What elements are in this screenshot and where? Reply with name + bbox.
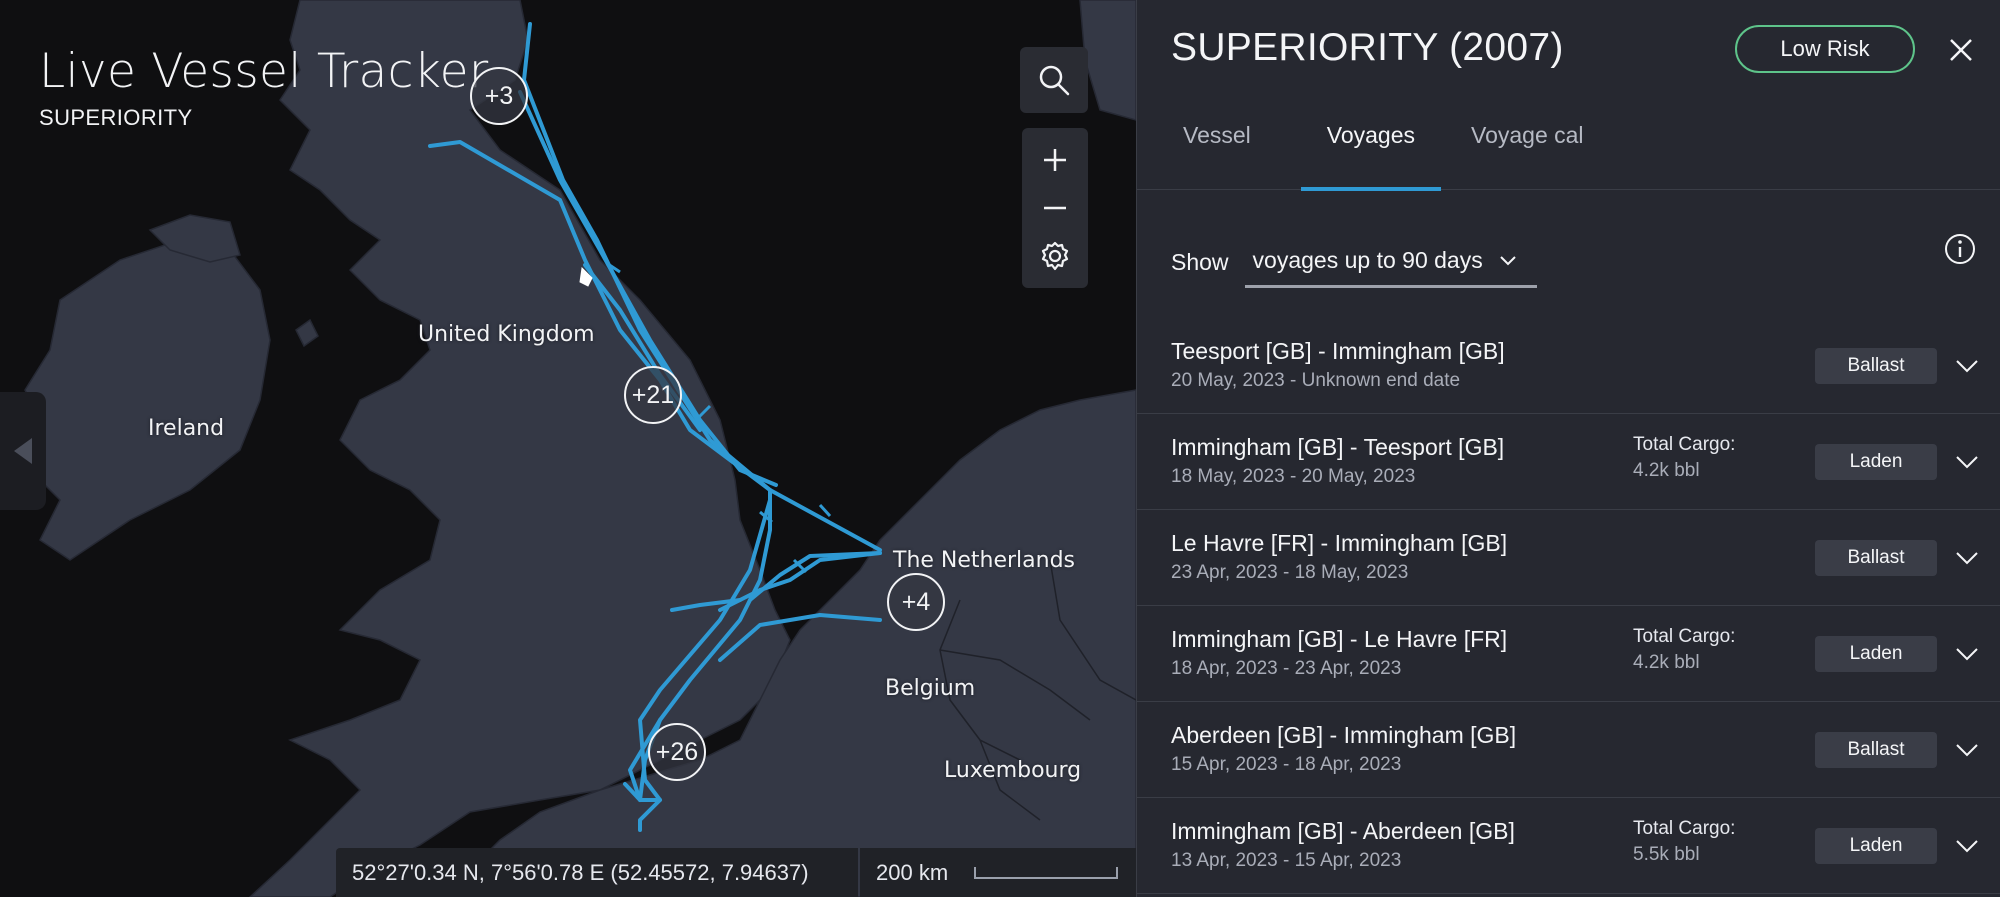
voyage-dates: 13 Apr, 2023 - 15 Apr, 2023 <box>1171 850 1402 871</box>
scale-bar: 200 km <box>860 848 1136 897</box>
close-icon <box>1950 39 1972 61</box>
voyage-row[interactable]: Aberdeen [GB] - Immingham [GB] 15 Apr, 2… <box>1137 702 2000 798</box>
map-view[interactable]: Live Vessel Tracker SUPERIORITY United K… <box>0 0 1136 897</box>
map-title: Live Vessel Tracker <box>39 44 489 99</box>
voyage-row[interactable]: Immingham [GB] - Teesport [GB] 18 May, 2… <box>1137 414 2000 510</box>
voyage-route: Immingham [GB] - Aberdeen [GB] <box>1171 818 1515 844</box>
expand-button[interactable] <box>1951 638 1983 670</box>
map-subtitle: SUPERIORITY <box>39 105 193 130</box>
voyage-cargo: Total Cargo: 4.2k bbl <box>1633 434 1735 482</box>
voyage-status-badge: Ballast <box>1815 732 1937 768</box>
label-netherlands: The Netherlands <box>893 548 1076 573</box>
voyage-status-badge: Laden <box>1815 444 1937 480</box>
land-isle-of-man <box>295 318 319 348</box>
chevron-down-icon <box>1956 840 1978 853</box>
vessel-detail-panel: SUPERIORITY (2007) Low Risk Vessel Voyag… <box>1136 0 2000 897</box>
scale-label: 200 km <box>876 859 949 885</box>
expand-button[interactable] <box>1951 350 1983 382</box>
voyage-route: Immingham [GB] - Teesport [GB] <box>1171 434 1505 460</box>
chevron-down-icon <box>1956 648 1978 661</box>
voyage-status-badge: Laden <box>1815 828 1937 864</box>
cluster-marker[interactable]: +26 <box>648 723 706 781</box>
collapse-left-button[interactable] <box>0 392 46 510</box>
voyage-cargo: Total Cargo: 5.5k bbl <box>1633 818 1735 866</box>
expand-button[interactable] <box>1951 542 1983 574</box>
voyage-route: Immingham [GB] - Le Havre [FR] <box>1171 626 1508 652</box>
voyage-status-badge: Ballast <box>1815 540 1937 576</box>
land-ireland <box>24 239 271 561</box>
expand-button[interactable] <box>1951 830 1983 862</box>
expand-button[interactable] <box>1951 734 1983 766</box>
voyage-list: Teesport [GB] - Immingham [GB] 20 May, 2… <box>1137 318 2000 894</box>
voyage-row[interactable]: Teesport [GB] - Immingham [GB] 20 May, 2… <box>1137 318 2000 414</box>
search-icon <box>1039 65 1070 96</box>
label-ireland: Ireland <box>148 416 225 441</box>
zoom-in-icon <box>1044 149 1066 171</box>
chevron-down-icon <box>1956 360 1978 373</box>
voyage-cargo: Total Cargo: 4.2k bbl <box>1633 626 1735 674</box>
scale-ruler <box>974 866 1119 879</box>
cargo-label: Total Cargo: <box>1633 818 1736 839</box>
chevron-down-icon <box>1500 255 1516 265</box>
info-icon[interactable] <box>1943 232 1977 266</box>
expand-button[interactable] <box>1951 446 1983 478</box>
tab-voyage-cal[interactable]: Voyage cal <box>1471 112 1584 190</box>
chevron-down-icon <box>1956 456 1978 469</box>
map-settings-button[interactable] <box>1021 232 1089 280</box>
voyage-route: Teesport [GB] - Immingham [GB] <box>1171 338 1505 364</box>
filter-value: voyages up to 90 days <box>1252 247 1483 273</box>
label-luxembourg: Luxembourg <box>944 758 1082 783</box>
voyage-dates: 20 May, 2023 - Unknown end date <box>1171 370 1461 391</box>
cluster-marker[interactable]: +3 <box>470 67 528 125</box>
voyage-status-badge: Laden <box>1815 636 1937 672</box>
coordinates-readout: 52°27'0.34 N, 7°56'0.78 E (52.45572, 7.9… <box>336 848 858 897</box>
voyage-row[interactable]: Immingham [GB] - Aberdeen [GB] 13 Apr, 2… <box>1137 798 2000 894</box>
map-header: Live Vessel Tracker SUPERIORITY <box>39 44 488 131</box>
cargo-value: 4.2k bbl <box>1633 652 1700 673</box>
cargo-value: 4.2k bbl <box>1633 460 1700 481</box>
tab-voyages[interactable]: Voyages <box>1300 112 1442 191</box>
cluster-marker[interactable]: +21 <box>624 366 682 424</box>
land-denmark <box>1079 0 1136 121</box>
filter-label: Show <box>1171 248 1229 275</box>
cargo-label: Total Cargo: <box>1633 434 1736 455</box>
voyage-row[interactable]: Immingham [GB] - Le Havre [FR] 18 Apr, 2… <box>1137 606 2000 702</box>
voyage-filter: Show voyages up to 90 days <box>1171 236 1537 288</box>
search-control <box>1020 47 1088 113</box>
chevron-down-icon <box>1956 552 1978 565</box>
vessel-title: SUPERIORITY (2007) <box>1171 26 1564 69</box>
label-belgium: Belgium <box>885 676 976 701</box>
voyage-route: Le Havre [FR] - Immingham [GB] <box>1171 530 1508 556</box>
zoom-control <box>1022 128 1088 288</box>
cluster-marker[interactable]: +4 <box>887 573 945 631</box>
close-button[interactable] <box>1941 30 1981 70</box>
tab-bar: Vessel Voyages Voyage cal <box>1137 112 1584 191</box>
settings-icon <box>1041 241 1069 271</box>
voyage-route: Aberdeen [GB] - Immingham [GB] <box>1171 722 1517 748</box>
search-button[interactable] <box>1020 56 1088 104</box>
collapse-left-icon <box>14 438 32 464</box>
voyage-dates: 15 Apr, 2023 - 18 Apr, 2023 <box>1171 754 1402 775</box>
label-united-kingdom: United Kingdom <box>418 322 595 347</box>
cargo-label: Total Cargo: <box>1633 626 1736 647</box>
chevron-down-icon <box>1956 744 1978 757</box>
risk-badge[interactable]: Low Risk <box>1735 25 1915 73</box>
zoom-out-button[interactable] <box>1021 184 1089 232</box>
voyage-dates: 23 Apr, 2023 - 18 May, 2023 <box>1171 562 1409 583</box>
voyage-dates: 18 Apr, 2023 - 23 Apr, 2023 <box>1171 658 1402 679</box>
voyage-dates: 18 May, 2023 - 20 May, 2023 <box>1171 466 1416 487</box>
cargo-value: 5.5k bbl <box>1633 844 1700 865</box>
voyage-row[interactable]: Le Havre [FR] - Immingham [GB] 23 Apr, 2… <box>1137 510 2000 606</box>
panel-header: SUPERIORITY (2007) Low Risk Vessel Voyag… <box>1137 0 2000 191</box>
zoom-out-icon <box>1044 206 1066 210</box>
voyage-status-badge: Ballast <box>1815 348 1937 384</box>
zoom-in-button[interactable] <box>1021 136 1089 184</box>
voyage-range-select[interactable]: voyages up to 90 days <box>1244 236 1537 288</box>
tab-vessel[interactable]: Vessel <box>1183 112 1251 190</box>
